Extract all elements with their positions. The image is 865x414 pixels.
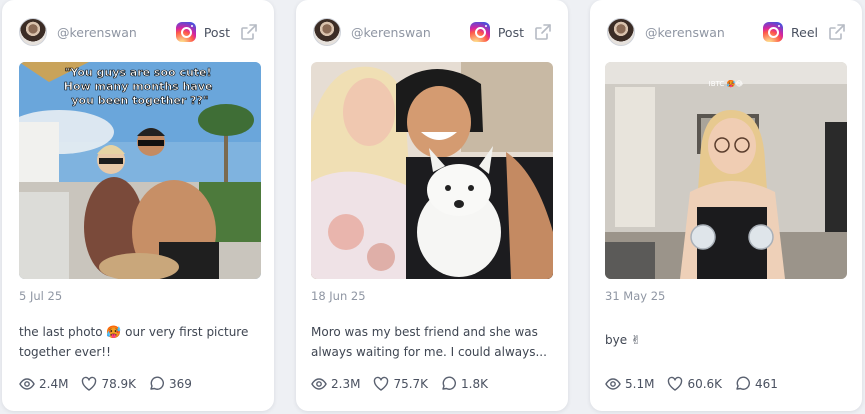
comments-count: 1.8K — [461, 377, 488, 391]
likes-stat: 75.7K — [373, 376, 428, 392]
comments-count: 461 — [755, 377, 778, 391]
external-link-icon[interactable] — [240, 23, 258, 41]
account-handle[interactable]: @kerenswan — [351, 25, 470, 40]
post-date: 18 Jun 25 — [311, 289, 366, 303]
views-count: 5.1M — [625, 377, 655, 391]
post-type-label: Post — [203, 24, 230, 40]
external-link-icon[interactable] — [534, 23, 552, 41]
instagram-icon — [175, 22, 196, 42]
post-thumbnail[interactable]: "You guys are soo cute! How many months … — [19, 62, 261, 279]
card-header: @kerenswan Reel — [607, 17, 846, 47]
eye-icon — [19, 378, 35, 390]
post-caption: the last photo 🥵 our very first picture … — [19, 325, 249, 359]
comments-stat: 369 — [149, 376, 192, 392]
post-card[interactable]: @kerenswan Post — [296, 0, 568, 411]
instagram-icon — [469, 22, 490, 42]
post-date: 5 Jul 25 — [19, 289, 63, 303]
comments-stat: 461 — [735, 376, 778, 392]
post-stats: 5.1M 60.6K 461 — [605, 376, 791, 392]
eye-icon — [605, 378, 621, 390]
eye-icon — [311, 378, 327, 390]
views-count: 2.3M — [331, 377, 361, 391]
heart-icon — [668, 376, 683, 391]
comment-icon — [442, 376, 457, 390]
account-handle[interactable]: @kerenswan — [57, 25, 176, 40]
likes-count: 75.7K — [393, 377, 429, 391]
comment-icon — [150, 376, 165, 390]
svg-text:"You guys are soo cute!: "You guys are soo cute! How many months … — [64, 66, 217, 107]
likes-stat: 78.9K — [81, 376, 136, 392]
card-header: @kerenswan Post — [313, 17, 552, 47]
external-link-icon[interactable] — [828, 23, 846, 41]
post-date: 31 May 25 — [605, 289, 666, 303]
views-stat: 2.4M — [19, 376, 68, 392]
post-card[interactable]: @kerenswan Reel IBTC 🥵😂 31 May 25 bye ✌ … — [590, 0, 862, 411]
post-type-label: Reel — [791, 24, 818, 40]
post-stats: 2.4M 78.9K 369 — [19, 376, 205, 392]
post-type-label: Post — [497, 24, 524, 40]
post-thumbnail[interactable]: IBTC 🥵😂 — [605, 62, 847, 279]
post-caption: bye ✌ — [605, 333, 641, 347]
card-header: @kerenswan Post — [19, 17, 258, 47]
likes-count: 60.6K — [687, 377, 723, 391]
comments-stat: 1.8K — [441, 376, 488, 392]
views-count: 2.4M — [39, 377, 69, 391]
account-handle[interactable]: @kerenswan — [645, 25, 763, 40]
heart-icon — [374, 376, 389, 391]
likes-stat: 60.6K — [667, 376, 722, 392]
avatar[interactable] — [19, 18, 47, 46]
likes-count: 78.9K — [101, 377, 137, 391]
instagram-icon — [763, 22, 784, 42]
comments-count: 369 — [169, 377, 192, 391]
avatar[interactable] — [313, 18, 341, 46]
post-caption: Moro was my best friend and she was alwa… — [311, 325, 547, 359]
views-stat: 2.3M — [311, 376, 360, 392]
views-stat: 5.1M — [605, 376, 654, 392]
comment-icon — [736, 376, 751, 390]
post-stats: 2.3M 75.7K 1.8K — [311, 376, 501, 392]
heart-icon — [82, 376, 97, 391]
post-card[interactable]: @kerenswan Post — [2, 0, 274, 411]
avatar[interactable] — [607, 18, 635, 46]
svg-text:IBTC 🥵😂: IBTC 🥵😂 — [709, 79, 744, 88]
post-thumbnail[interactable] — [311, 62, 553, 279]
